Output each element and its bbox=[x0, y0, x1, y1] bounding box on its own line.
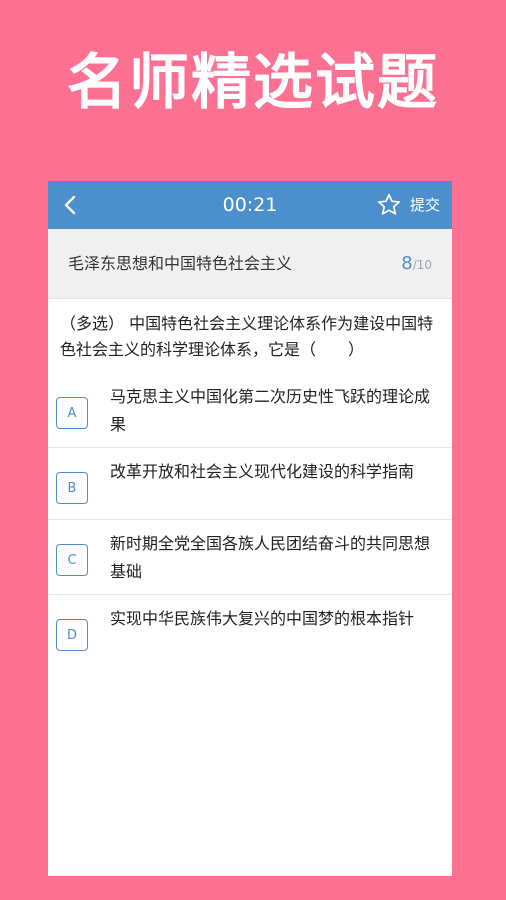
total-questions: /10 bbox=[412, 258, 432, 272]
option-key-a: A bbox=[56, 397, 88, 429]
question-text: （多选） 中国特色社会主义理论体系作为建设中国特色社会主义的科学理论体系，它是（… bbox=[60, 314, 434, 359]
option-text-a: 马克思主义中国化第二次历史性飞跃的理论成果 bbox=[110, 387, 431, 434]
option-key-c: C bbox=[56, 544, 88, 576]
option-text-d: 实现中华民族伟大复兴的中国梦的根本指针 bbox=[110, 609, 415, 628]
options-list: A 马克思主义中国化第二次历史性飞跃的理论成果 B 改革开放和社会主义现代化建设… bbox=[48, 373, 452, 667]
option-b[interactable]: B 改革开放和社会主义现代化建设的科学指南 bbox=[48, 448, 452, 520]
option-d[interactable]: D 实现中华民族伟大复兴的中国梦的根本指针 bbox=[48, 595, 452, 667]
app-screen: 00:21 提交 毛泽东思想和中国特色社会主义 8/10 （多选） 中国特色社会… bbox=[48, 181, 452, 876]
top-bar: 00:21 提交 bbox=[48, 181, 452, 229]
question-progress: 8/10 bbox=[401, 229, 432, 300]
promo-banner-title: 名师精选试题 bbox=[67, 48, 439, 118]
subject-title: 毛泽东思想和中国特色社会主义 bbox=[68, 254, 293, 273]
current-question-number: 8 bbox=[401, 253, 413, 274]
option-a[interactable]: A 马克思主义中国化第二次历史性飞跃的理论成果 bbox=[48, 373, 452, 448]
star-outline-icon bbox=[377, 193, 401, 215]
submit-button[interactable]: 提交 bbox=[410, 181, 440, 229]
option-key-b: B bbox=[56, 472, 88, 504]
option-text-b: 改革开放和社会主义现代化建设的科学指南 bbox=[110, 462, 415, 481]
back-button[interactable] bbox=[56, 191, 84, 219]
option-key-d: D bbox=[56, 619, 88, 651]
chevron-left-icon bbox=[64, 195, 76, 215]
subject-header: 毛泽东思想和中国特色社会主义 8/10 bbox=[48, 229, 452, 299]
option-c[interactable]: C 新时期全党全国各族人民团结奋斗的共同思想基础 bbox=[48, 520, 452, 595]
option-text-c: 新时期全党全国各族人民团结奋斗的共同思想基础 bbox=[110, 534, 431, 581]
favorite-button[interactable] bbox=[376, 192, 402, 218]
